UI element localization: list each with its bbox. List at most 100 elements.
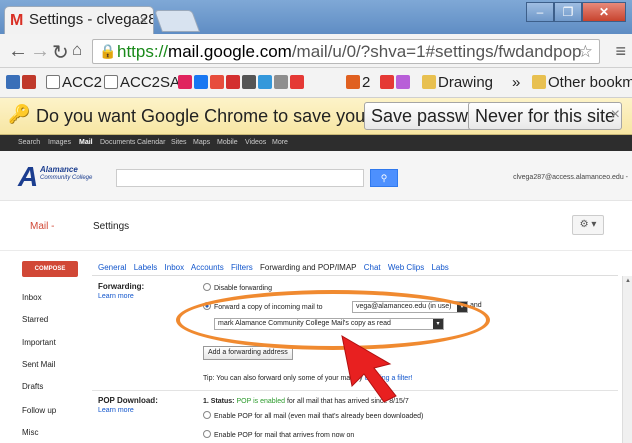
nav-starred[interactable]: Starred bbox=[22, 315, 48, 324]
home-icon[interactable]: ⌂ bbox=[72, 40, 82, 60]
browser-tab[interactable]: M Settings - clvega287( × bbox=[4, 6, 154, 34]
minimize-button[interactable]: – bbox=[526, 2, 554, 22]
url-path: /mail/u/0/?shva=1#settings/fwdandpop bbox=[291, 42, 582, 61]
gbar-more[interactable]: More bbox=[272, 139, 288, 146]
settings-gear-button[interactable]: ⚙ ▾ bbox=[572, 215, 604, 235]
mail-search-input[interactable] bbox=[116, 169, 364, 187]
bookmark-drawing[interactable]: Drawing bbox=[422, 74, 493, 91]
nav-follow-up[interactable]: Follow up bbox=[22, 406, 56, 415]
pop-all-mail-label: Enable POP for all mail (even mail that'… bbox=[214, 413, 424, 420]
logo-line2: Community College bbox=[40, 175, 93, 181]
pop-all-mail-option[interactable]: Enable POP for all mail (even mail that'… bbox=[203, 411, 423, 420]
new-tab-button[interactable] bbox=[153, 10, 201, 32]
bookmark-w-icon[interactable] bbox=[380, 74, 412, 91]
other-bookmarks[interactable]: Other bookmarks bbox=[532, 74, 632, 91]
tab-labs[interactable]: Labs bbox=[431, 263, 448, 272]
bookmark-label: ACC2SA bbox=[120, 74, 181, 91]
forwarding-learn-more[interactable]: Learn more bbox=[98, 293, 134, 300]
forwarding-label: Forwarding: bbox=[98, 282, 145, 291]
tab-accounts[interactable]: Accounts bbox=[191, 263, 224, 272]
disable-forwarding-option[interactable]: Disable forwarding bbox=[203, 283, 272, 292]
bookmark-acc2[interactable]: ACC2 bbox=[46, 74, 102, 91]
pop-from-now-option[interactable]: Enable POP for mail that arrives from no… bbox=[203, 430, 354, 439]
compose-button[interactable]: COMPOSE bbox=[22, 261, 78, 277]
red-arrow-annotation bbox=[341, 335, 397, 403]
reload-icon[interactable]: ↻ bbox=[52, 40, 69, 65]
pop-from-now-label: Enable POP for mail that arrives from no… bbox=[214, 432, 355, 439]
tab-general[interactable]: General bbox=[98, 263, 126, 272]
search-icon: ⚲ bbox=[380, 173, 388, 183]
nav-important[interactable]: Important bbox=[22, 338, 56, 347]
gbar-documents[interactable]: Documents bbox=[100, 139, 135, 146]
radio-disable-forwarding[interactable] bbox=[203, 283, 211, 291]
page-title: Settings bbox=[93, 221, 130, 232]
settings-subheader: Mail - Settings ⚙ ▾ bbox=[0, 201, 632, 251]
logo-mark-icon: A bbox=[18, 161, 39, 192]
gbar-mail[interactable]: Mail bbox=[79, 139, 93, 146]
page-icon bbox=[46, 75, 60, 89]
nav-sent-mail[interactable]: Sent Mail bbox=[22, 360, 55, 369]
pop-status-prefix: 1. Status: bbox=[203, 398, 235, 405]
college-logo[interactable]: A Alamance Community College bbox=[18, 161, 98, 193]
bookmark-label: Drawing bbox=[438, 74, 494, 91]
search-button[interactable]: ⚲ bbox=[370, 169, 398, 187]
browser-toolbar: ← → ↻ ⌂ 🔒 https://mail.google.com/mail/u… bbox=[0, 34, 632, 68]
nav-misc[interactable]: Misc bbox=[22, 428, 38, 437]
lock-icon: 🔒 bbox=[99, 43, 117, 59]
infobar-close-icon[interactable]: × bbox=[611, 106, 620, 124]
bookmark-star-icon[interactable]: ☆ bbox=[578, 40, 593, 63]
tab-inbox[interactable]: Inbox bbox=[165, 263, 185, 272]
radio-pop-all-mail[interactable] bbox=[203, 411, 211, 419]
close-window-button[interactable]: ✕ bbox=[582, 2, 626, 22]
tab-web-clips[interactable]: Web Clips bbox=[388, 263, 424, 272]
gbar-images[interactable]: Images bbox=[48, 139, 71, 146]
bookmark-favicons-group[interactable] bbox=[178, 74, 306, 91]
tab-forwarding-pop-imap[interactable]: Forwarding and POP/IMAP bbox=[260, 263, 356, 272]
gbar-search[interactable]: Search bbox=[18, 139, 40, 146]
bookmark-icon bbox=[346, 75, 360, 89]
bookmark-label: 2 bbox=[362, 74, 371, 91]
tab-chat[interactable]: Chat bbox=[364, 263, 381, 272]
folder-icon bbox=[422, 75, 436, 89]
gbar-calendar[interactable]: Calendar bbox=[137, 139, 165, 146]
gmail-favicon-icon: M bbox=[10, 12, 24, 29]
scroll-up-arrow-icon[interactable]: ▲ bbox=[625, 278, 631, 284]
save-password-infobar: 🔑 Do you want Google Chrome to save your… bbox=[0, 98, 632, 135]
gmail-header: A Alamance Community College ⚲ clvega287… bbox=[0, 151, 632, 201]
gbar-mobile[interactable]: Mobile bbox=[217, 139, 238, 146]
url-scheme: https:// bbox=[117, 42, 169, 61]
gbar-maps[interactable]: Maps bbox=[193, 139, 210, 146]
browser-title-bar: M Settings - clvega287( × – ❐ ✕ bbox=[0, 0, 632, 34]
back-arrow-icon[interactable]: ← bbox=[8, 40, 28, 63]
pop-learn-more[interactable]: Learn more bbox=[98, 407, 134, 414]
folder-icon bbox=[532, 75, 546, 89]
nav-drafts[interactable]: Drafts bbox=[22, 382, 43, 391]
bookmark-label: ACC2 bbox=[62, 74, 103, 91]
disable-forwarding-label: Disable forwarding bbox=[214, 285, 272, 292]
page-scrollbar[interactable]: ▲ bbox=[622, 276, 632, 443]
key-icon: 🔑 bbox=[8, 104, 31, 124]
url-host: mail.google.com bbox=[168, 42, 292, 61]
radio-pop-from-now[interactable] bbox=[203, 430, 211, 438]
page-icon bbox=[104, 75, 118, 89]
tab-close-icon[interactable]: × bbox=[139, 12, 147, 27]
bookmark-acc2sa[interactable]: ACC2SA bbox=[104, 74, 180, 91]
nav-inbox[interactable]: Inbox bbox=[22, 293, 42, 302]
gbar-videos[interactable]: Videos bbox=[245, 139, 266, 146]
maximize-button[interactable]: ❐ bbox=[554, 2, 582, 22]
mail-menu-dropdown[interactable]: Mail - bbox=[30, 221, 54, 232]
bookmarks-bar: ACC2 ACC2SA 2 Drawing » Other bookmarks bbox=[0, 68, 632, 98]
tip-text: Tip: You can also forward only some of y… bbox=[203, 375, 363, 382]
account-email[interactable]: clvega287@access.alamanceo.edu - bbox=[513, 174, 628, 181]
forward-arrow-icon[interactable]: → bbox=[30, 40, 50, 63]
bookmark-2[interactable]: 2 bbox=[346, 74, 370, 91]
tabs-divider bbox=[92, 275, 618, 276]
chrome-menu-icon[interactable]: ≡ bbox=[615, 41, 626, 62]
gbar-sites[interactable]: Sites bbox=[171, 139, 187, 146]
address-bar[interactable]: 🔒 https://mail.google.com/mail/u/0/?shva… bbox=[92, 39, 600, 64]
bookmark-favicon-icon[interactable] bbox=[6, 74, 38, 91]
bookmarks-overflow-chevron[interactable]: » bbox=[512, 74, 520, 91]
tab-filters[interactable]: Filters bbox=[231, 263, 253, 272]
never-for-this-site-button[interactable]: Never for this site bbox=[468, 102, 623, 130]
tab-labels[interactable]: Labels bbox=[134, 263, 158, 272]
